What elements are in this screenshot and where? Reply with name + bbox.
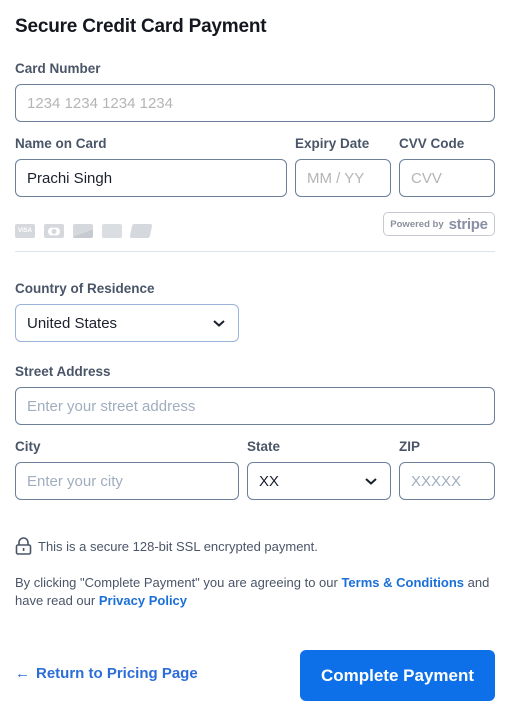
powered-by-stripe-badge: Powered by stripe <box>383 212 495 236</box>
cvv-field[interactable] <box>399 159 495 197</box>
visa-text: VISA <box>17 228 32 234</box>
card-brand-icons: VISA <box>15 224 153 238</box>
zip-label: ZIP <box>399 439 421 454</box>
city-field[interactable] <box>15 462 239 500</box>
terms-conditions-link[interactable]: Terms & Conditions <box>341 575 464 590</box>
state-selected-value: XX <box>259 472 280 490</box>
street-address-field[interactable] <box>15 387 495 425</box>
expiry-date-field[interactable] <box>295 159 391 197</box>
cvv-label: CVV Code <box>399 136 465 151</box>
country-selected-value: United States <box>27 314 118 332</box>
visa-icon: VISA <box>15 224 35 238</box>
city-input[interactable] <box>27 472 238 490</box>
name-on-card-input[interactable] <box>27 169 286 187</box>
zip-field[interactable] <box>399 462 495 500</box>
chevron-down-icon <box>365 478 377 485</box>
terms-prefix: By clicking "Complete Payment" you are a… <box>15 575 342 590</box>
return-to-pricing-label: Return to Pricing Page <box>36 665 198 682</box>
street-address-label: Street Address <box>15 364 111 379</box>
amex-icon <box>102 224 122 238</box>
return-to-pricing-link[interactable]: ← Return to Pricing Page <box>15 665 198 682</box>
zip-input[interactable] <box>411 472 494 490</box>
country-label: Country of Residence <box>15 281 155 296</box>
country-select[interactable]: United States <box>15 304 239 342</box>
card-number-input[interactable] <box>27 94 494 112</box>
name-on-card-label: Name on Card <box>15 136 107 151</box>
section-divider <box>15 251 495 252</box>
mastercard-icon <box>44 224 64 238</box>
city-label: City <box>15 439 41 454</box>
card-number-field[interactable] <box>15 84 495 122</box>
secure-payment-note: This is a secure 128-bit SSL encrypted p… <box>15 537 318 555</box>
state-select[interactable]: XX <box>247 462 391 500</box>
expiry-date-input[interactable] <box>307 169 390 187</box>
secure-payment-text: This is a secure 128-bit SSL encrypted p… <box>38 538 318 554</box>
street-address-input[interactable] <box>27 397 494 415</box>
lock-icon <box>15 537 32 555</box>
unionpay-icon <box>129 224 153 238</box>
expiry-date-label: Expiry Date <box>295 136 370 151</box>
state-label: State <box>247 439 281 454</box>
page-title: Secure Credit Card Payment <box>15 16 267 37</box>
terms-notice: By clicking "Complete Payment" you are a… <box>15 574 500 610</box>
powered-by-text: Powered by <box>390 218 444 230</box>
name-on-card-field[interactable] <box>15 159 287 197</box>
discover-icon <box>73 224 93 238</box>
privacy-policy-link[interactable]: Privacy Policy <box>99 593 187 608</box>
complete-payment-button[interactable]: Complete Payment <box>300 650 495 701</box>
cvv-input[interactable] <box>411 169 494 187</box>
chevron-down-icon <box>213 320 225 327</box>
stripe-logo: stripe <box>448 215 488 233</box>
arrow-left-icon: ← <box>15 665 30 682</box>
card-number-label: Card Number <box>15 61 101 76</box>
